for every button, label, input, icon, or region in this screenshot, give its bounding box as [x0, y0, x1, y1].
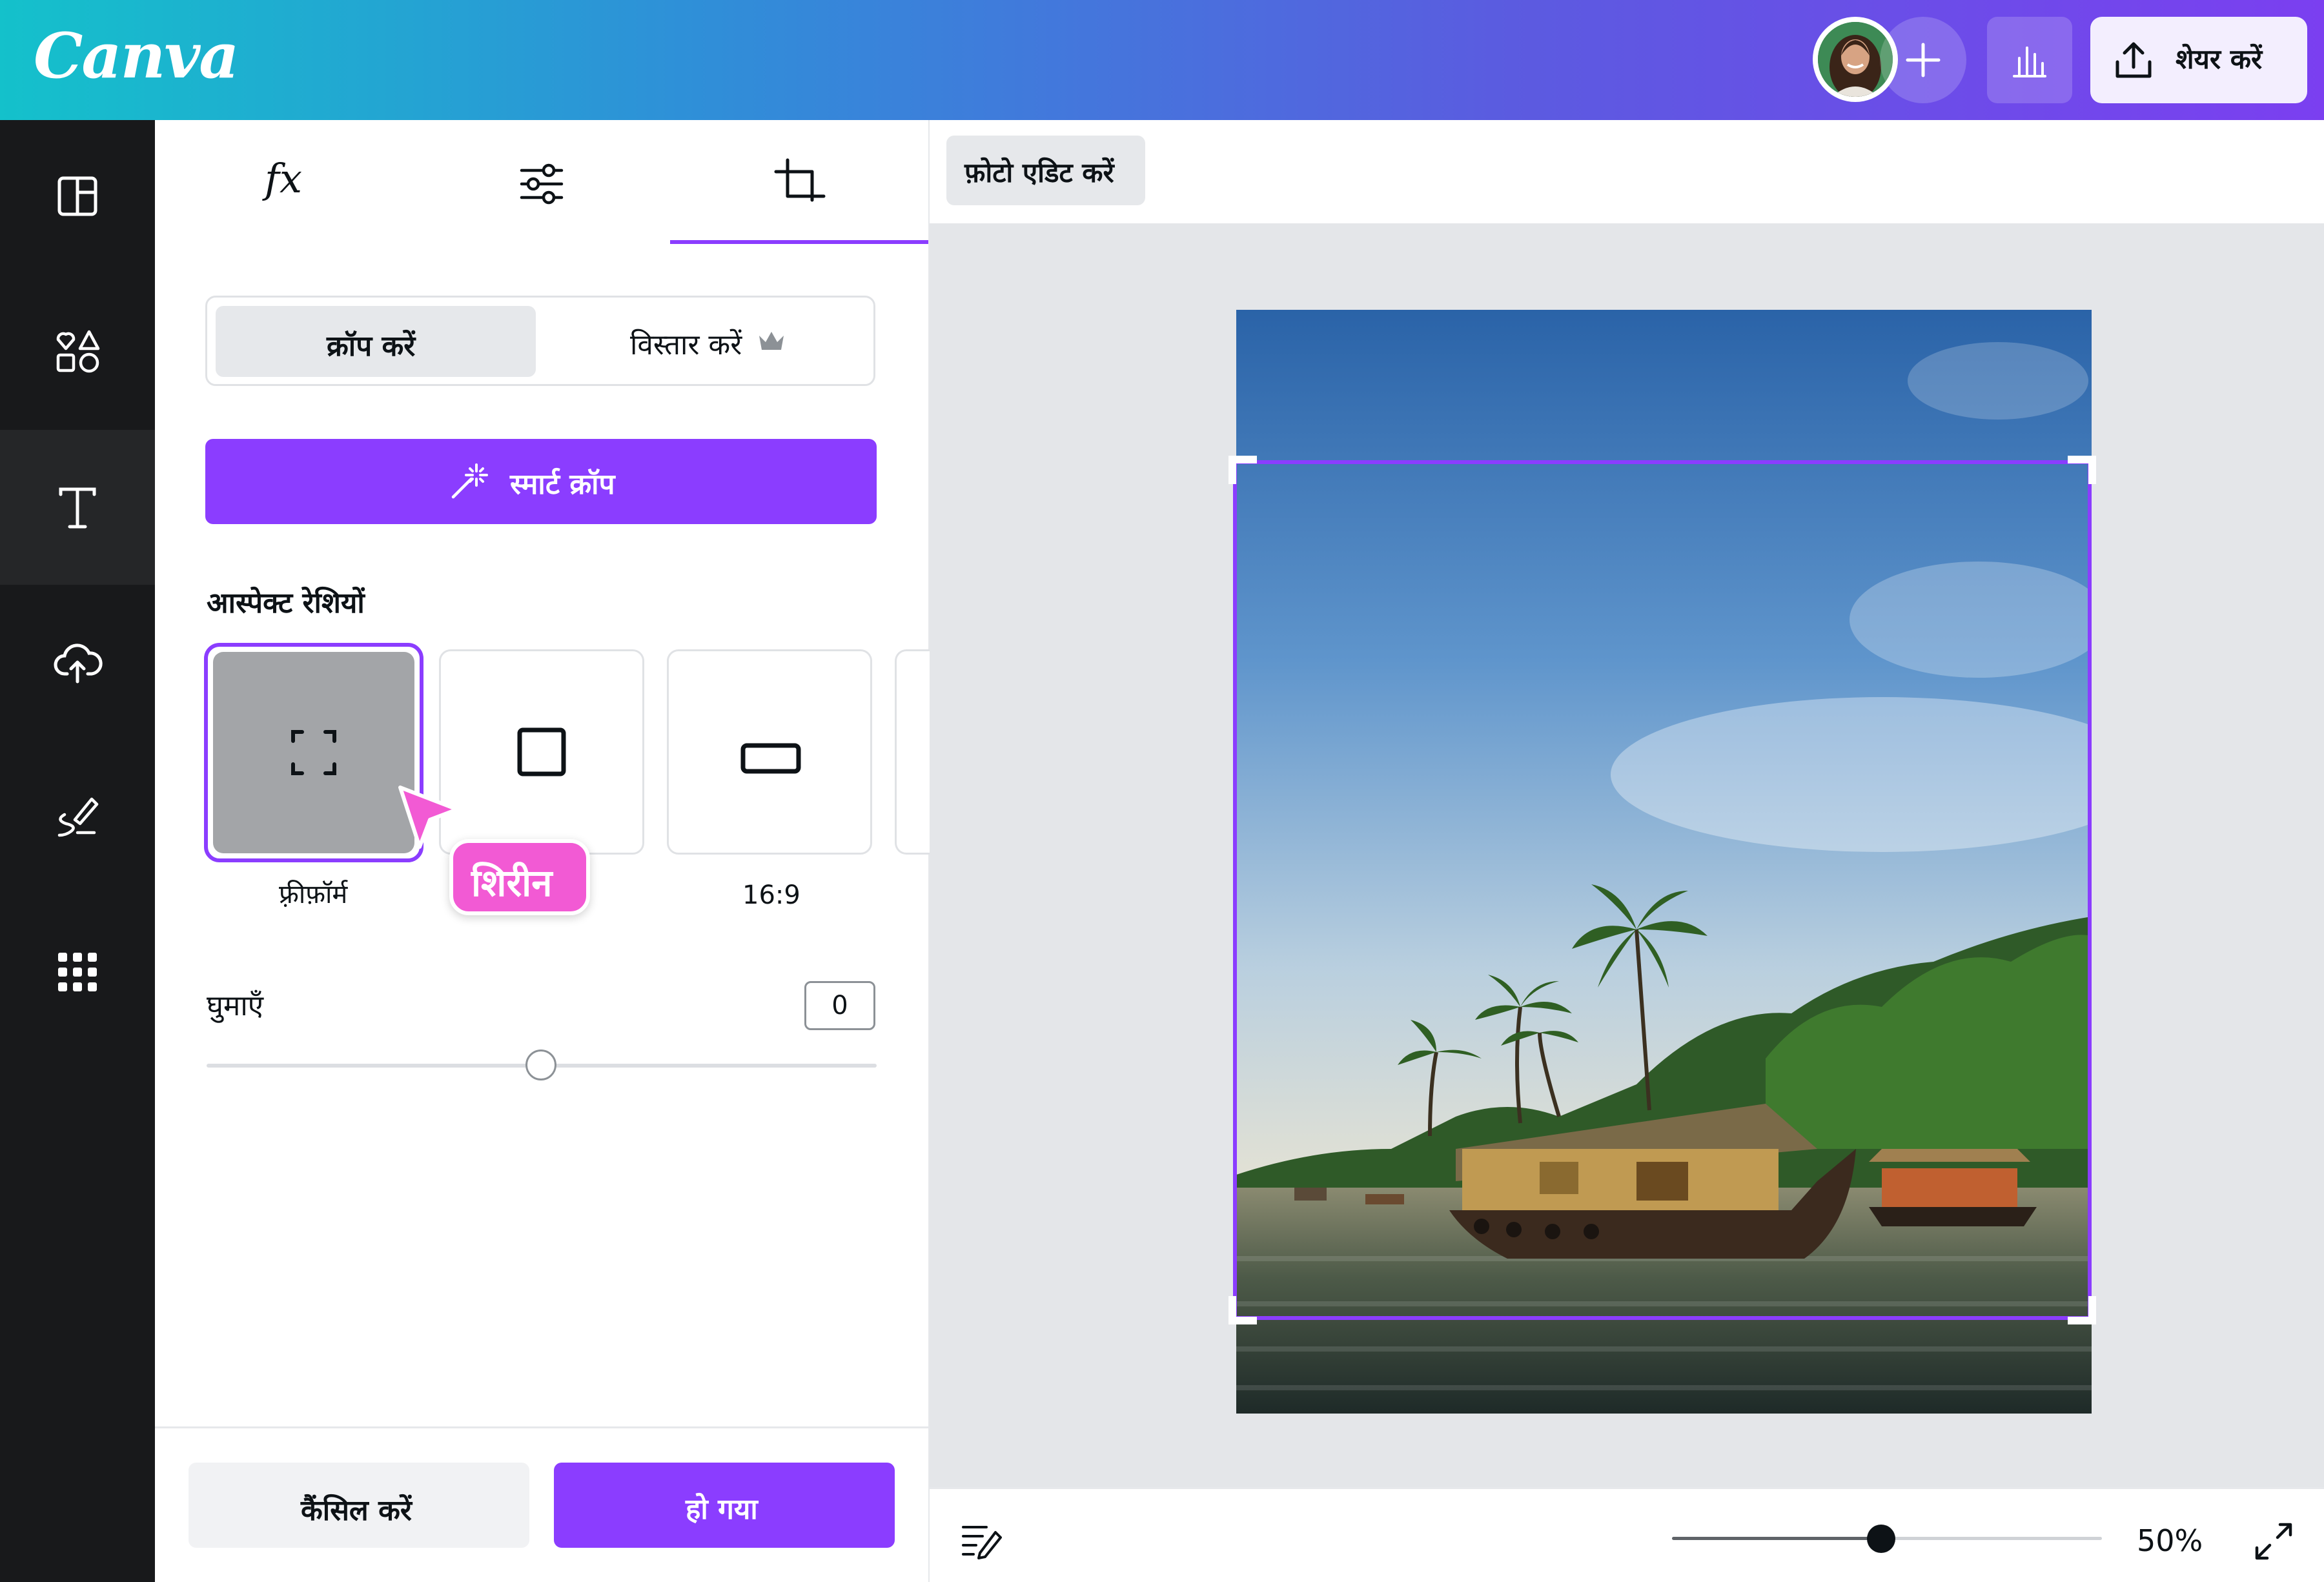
- wide-rect-icon: [740, 743, 801, 774]
- done-button-label: हो गया: [686, 1493, 758, 1526]
- tab-adjust[interactable]: [513, 155, 571, 213]
- crop-handle-bottom-left[interactable]: [1228, 1292, 1261, 1324]
- freeform-icon: [291, 730, 336, 775]
- canva-logo[interactable]: Canva: [34, 19, 239, 92]
- notes-icon[interactable]: [961, 1521, 1002, 1559]
- shapes-icon: [56, 330, 100, 373]
- smart-crop-label: स्मार्ट क्रॉप: [510, 468, 615, 501]
- crop-handle-top-left[interactable]: [1228, 456, 1261, 488]
- fullscreen-icon[interactable]: [2253, 1521, 2294, 1562]
- cloud-upload-icon: [54, 644, 103, 684]
- rotate-label: घुमाएँ: [207, 989, 264, 1022]
- layout-icon: [57, 176, 97, 216]
- rail-item-design[interactable]: [52, 170, 103, 222]
- share-label: शेयर करें: [2176, 43, 2263, 75]
- rail-item-draw[interactable]: [52, 791, 103, 843]
- add-collaborator-button[interactable]: [1880, 17, 1966, 103]
- active-tab-indicator: [670, 240, 928, 244]
- crop-mode-label: क्रॉप करें: [327, 330, 416, 363]
- cancel-button-label: कैंसिल करें: [301, 1494, 412, 1527]
- rail-item-elements[interactable]: [52, 325, 103, 377]
- aspect-option-square[interactable]: [439, 649, 644, 855]
- apps-grid-icon: [58, 953, 97, 991]
- plus-icon: [1906, 43, 1941, 77]
- rotate-input[interactable]: 0: [804, 981, 875, 1030]
- square-icon: [517, 727, 566, 776]
- top-bar: [0, 0, 2324, 120]
- draw-icon: [57, 797, 99, 837]
- rotate-slider-knob[interactable]: [525, 1050, 556, 1080]
- aspect-label-16-9: 16:9: [742, 880, 800, 910]
- zoom-slider-knob[interactable]: [1867, 1525, 1895, 1553]
- aspect-option-16-9[interactable]: [667, 649, 872, 855]
- crop-frame[interactable]: [1233, 460, 2092, 1320]
- crop-handle-top-right[interactable]: [2064, 456, 2096, 488]
- tab-crop[interactable]: [771, 155, 829, 213]
- canvas-bottom-bar: [930, 1487, 2324, 1582]
- magic-wand-icon: [451, 463, 488, 499]
- insights-button[interactable]: [1987, 17, 2072, 103]
- rail-item-text[interactable]: [52, 482, 103, 533]
- panel-footer-divider: [155, 1426, 928, 1428]
- upload-share-icon: [2115, 42, 2152, 78]
- text-icon: [59, 487, 96, 529]
- aspect-ratio-title: आस्पेक्ट रेशियों: [207, 587, 365, 620]
- adjust-icon: [520, 163, 564, 205]
- aspect-option-freeform[interactable]: [204, 643, 423, 862]
- crown-icon: [759, 332, 784, 350]
- rail-item-uploads[interactable]: [52, 636, 103, 688]
- crop-handle-bottom-right[interactable]: [2064, 1292, 2096, 1324]
- bar-chart-icon: [2013, 46, 2046, 77]
- zoom-level[interactable]: 50%: [2137, 1523, 2203, 1558]
- photo-edit-label: फ़ोटो एडिट करें: [964, 157, 1114, 188]
- effects-icon: fx: [265, 155, 302, 202]
- aspect-option-next[interactable]: [895, 649, 933, 855]
- rail-item-apps[interactable]: [52, 946, 103, 998]
- crop-icon: [774, 158, 826, 202]
- zoom-slider-fill: [1672, 1537, 1881, 1540]
- aspect-label-freeform: फ़्रीफ़ॉर्म: [279, 880, 348, 909]
- collaborator-name: शिरीन: [471, 861, 553, 905]
- expand-mode-label: विस्तार करें: [630, 329, 742, 361]
- tab-effects[interactable]: fx: [245, 151, 323, 216]
